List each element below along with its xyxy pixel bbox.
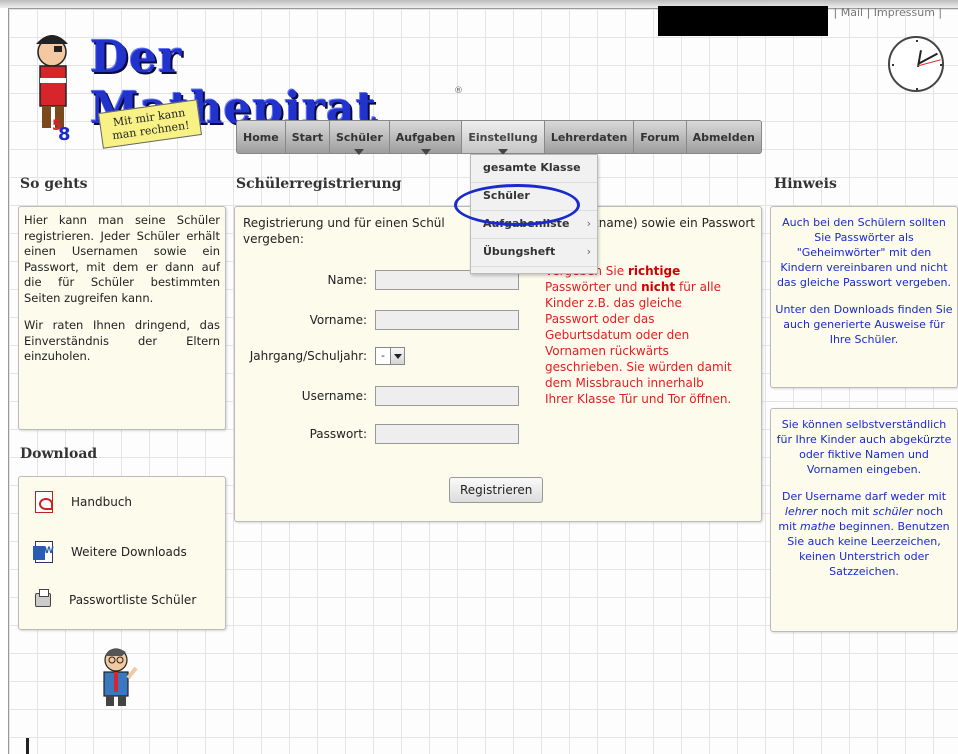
hint-italic: schüler: [872, 505, 913, 518]
nav-aufgaben[interactable]: Aufgaben: [390, 121, 463, 155]
nav-home[interactable]: Home: [237, 121, 286, 153]
teacher-mascot-icon: [103, 648, 138, 706]
caret-down-icon: [420, 149, 431, 155]
info-box-so-gehts: Hier kann man seine Schüler registrieren…: [18, 206, 226, 430]
impressum-link[interactable]: Impressum: [874, 6, 935, 19]
info-paragraph: Wir raten Ihnen dringend, das Einverstän…: [24, 318, 220, 363]
section-heading-so-gehts: So gehts: [20, 176, 88, 192]
mail-link[interactable]: Mail: [841, 6, 863, 19]
caret-down-icon: [354, 149, 365, 155]
row-jahrgang: Jahrgang/Schuljahr: -: [235, 345, 405, 367]
jahrgang-select[interactable]: -: [375, 347, 405, 365]
row-vorname: Vorname:: [235, 309, 519, 331]
download-box: Handbuch Weitere Downloads Passwortliste…: [18, 476, 226, 630]
row-passwort: Passwort:: [235, 423, 519, 445]
nav-label: Einstellung: [468, 131, 538, 144]
registered-mark: ®: [454, 86, 463, 96]
download-label: Weitere Downloads: [71, 545, 187, 559]
word-document-icon: [33, 541, 54, 563]
label-vorname: Vorname:: [309, 313, 367, 327]
menu-item-gesamte-klasse[interactable]: gesamte Klasse: [471, 155, 597, 183]
redacted-box: [658, 6, 828, 36]
separator: |: [938, 6, 943, 19]
nav-label: Aufgaben: [395, 131, 456, 144]
download-passwortliste[interactable]: Passwortliste Schüler: [35, 587, 196, 613]
nav-lehrerdaten[interactable]: Lehrerdaten: [545, 121, 635, 153]
hint-box-2: Sie können selbstverständlich für Ihre K…: [770, 408, 958, 632]
nav-einstellung[interactable]: Einstellung: [462, 121, 545, 155]
hint-italic: mathe: [800, 520, 836, 533]
section-heading-download: Download: [20, 446, 98, 462]
intro-text: Registrierung und für einen Schül: [243, 216, 445, 230]
hint-text: Der Username darf weder mit: [781, 490, 947, 503]
hint-paragraph: Auch bei den Schülern sollten Sie Passwö…: [776, 216, 952, 289]
nav-start[interactable]: Start: [286, 121, 330, 153]
download-weitere[interactable]: Weitere Downloads: [33, 539, 187, 565]
warning-text: für alle Kinder z.B. das gleiche Passwor…: [545, 280, 732, 406]
label-jahrgang: Jahrgang/Schuljahr:: [249, 349, 367, 363]
passwort-input[interactable]: [375, 424, 519, 444]
hint-paragraph: Der Username darf weder mit lehrer noch …: [775, 489, 953, 579]
pdf-icon: [35, 491, 53, 513]
main-nav: Home Start Schüler Aufgaben Einstellung …: [236, 120, 762, 155]
section-heading-hinweis: Hinweis: [774, 176, 837, 192]
download-handbuch[interactable]: Handbuch: [35, 489, 132, 515]
svg-text:5: 5: [52, 118, 62, 134]
menu-item-label: Übungsheft: [483, 245, 556, 258]
cursor-mark: [26, 738, 29, 754]
hint-paragraph: Sie können selbstverständlich für Ihre K…: [776, 418, 952, 476]
hint-box-1: Auch bei den Schülern sollten Sie Passwö…: [770, 206, 958, 388]
separator: |: [833, 6, 838, 19]
row-username: Username:: [235, 385, 519, 407]
warning-bold: richtige: [627, 264, 681, 278]
chevron-right-icon: ›: [586, 217, 591, 230]
nav-schueler[interactable]: Schüler: [330, 121, 390, 155]
warning-bold: nicht: [641, 280, 676, 294]
register-button[interactable]: Registrieren: [449, 477, 544, 503]
vorname-input[interactable]: [375, 310, 519, 330]
nav-abmelden[interactable]: Abmelden: [687, 121, 761, 153]
nav-forum[interactable]: Forum: [634, 121, 687, 153]
clock-icon: [888, 36, 944, 92]
select-value: -: [381, 349, 385, 362]
top-links: | Mail | Impressum |: [658, 6, 942, 36]
label-name: Name:: [327, 273, 367, 287]
hint-paragraph: Unter den Downloads finden Sie auch gene…: [775, 303, 953, 346]
label-username: Username:: [301, 389, 367, 403]
separator: |: [866, 6, 871, 19]
pirate-mascot-icon: 8 5: [36, 35, 71, 142]
download-label: Passwortliste Schüler: [69, 593, 197, 607]
printer-icon: [35, 589, 51, 607]
password-warning: Vergeben Sie richtige Passwörter und nic…: [545, 263, 735, 407]
chevron-down-icon[interactable]: [390, 348, 404, 364]
menu-item-uebungsheft[interactable]: Übungsheft ›: [471, 239, 597, 267]
nav-label: Schüler: [335, 131, 383, 144]
download-label: Handbuch: [71, 495, 133, 509]
chevron-right-icon: ›: [586, 245, 591, 258]
warning-text: Passwörter und: [545, 280, 642, 294]
hint-italic: lehrer: [784, 505, 818, 518]
section-heading-registrierung: Schülerregistrierung: [236, 176, 402, 192]
highlight-ellipse: [454, 184, 580, 226]
hint-text: noch mit: [817, 505, 873, 518]
label-passwort: Passwort:: [309, 427, 367, 441]
info-paragraph: Hier kann man seine Schüler registrieren…: [24, 213, 220, 305]
username-input[interactable]: [375, 386, 519, 406]
